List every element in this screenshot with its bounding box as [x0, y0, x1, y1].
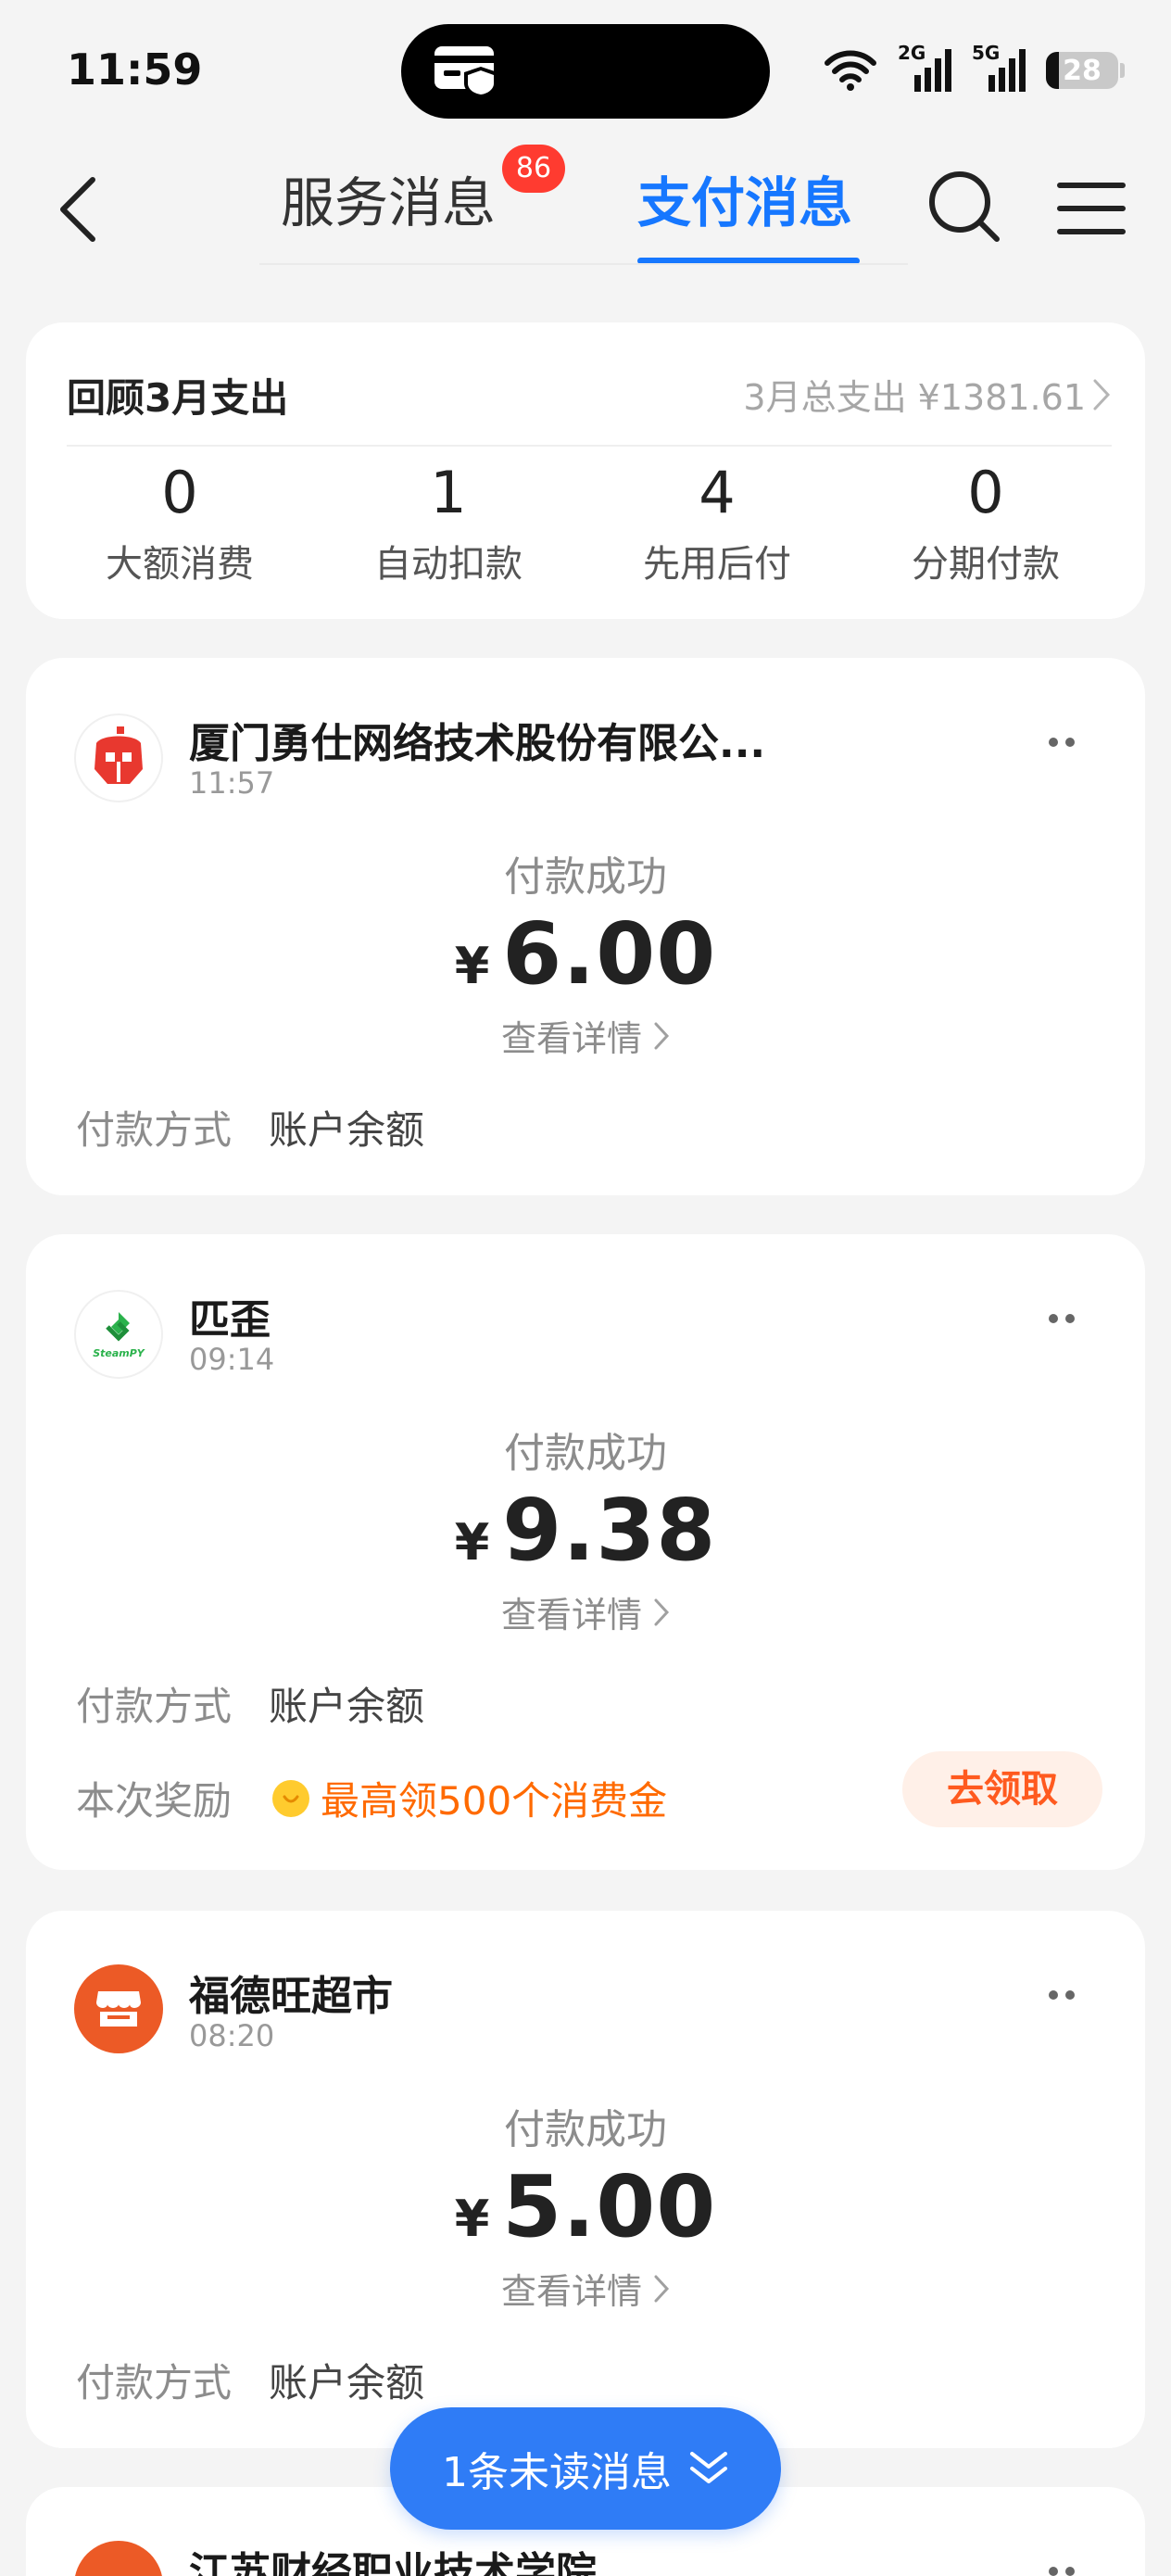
- unread-count-badge: 86: [502, 145, 565, 193]
- amount-value: 5.00: [502, 2157, 717, 2256]
- unread-messages-button[interactable]: 1条未读消息: [390, 2407, 781, 2530]
- steampy-logo-icon: [106, 1311, 130, 1342]
- payment-method-value: 账户余额: [269, 2360, 425, 2406]
- payment-method-value: 账户余额: [269, 1684, 425, 1729]
- more-options-icon[interactable]: [1043, 1981, 1080, 2009]
- stat-label: 先用后付: [643, 543, 791, 586]
- search-icon[interactable]: [925, 167, 1002, 245]
- header-nav: 服务消息 86 支付消息: [0, 139, 1171, 278]
- wifi-icon: [825, 50, 876, 91]
- back-arrow-icon[interactable]: [52, 172, 107, 246]
- view-details-text: 查看详情: [500, 1595, 642, 1635]
- currency-symbol: ¥: [454, 1513, 490, 1572]
- reward-offer: 最高领500个消费金: [272, 1770, 667, 1826]
- claim-reward-button[interactable]: 去领取: [902, 1751, 1102, 1827]
- store-icon: [96, 1991, 141, 2027]
- view-details-link[interactable]: 查看详情: [26, 2263, 1145, 2314]
- status-time: 11:59: [67, 44, 203, 95]
- stat-label: 自动扣款: [374, 543, 523, 586]
- message-time: 08:20: [189, 2018, 275, 2053]
- stats-row: 0 大额消费 1 自动扣款 4 先用后付 0 分期付款: [26, 456, 1145, 595]
- unread-messages-text: 1条未读消息: [442, 2449, 672, 2496]
- payment-message-card[interactable]: 福德旺超市 08:20 付款成功 ¥5.00 查看详情 付款方式 账户余额: [26, 1911, 1145, 2448]
- stat-value: 1: [430, 459, 467, 526]
- payment-method-label: 付款方式: [76, 1684, 233, 1729]
- review-divider: [67, 445, 1112, 447]
- header-divider: [259, 263, 908, 265]
- payment-amount: ¥6.00: [26, 904, 1145, 1004]
- battery-indicator: 28: [1046, 52, 1118, 89]
- amount-value: 6.00: [502, 904, 717, 1004]
- payment-status: 付款成功: [504, 853, 667, 901]
- payment-message-card[interactable]: SteamPY 匹歪 09:14 付款成功 ¥9.38 查看详情 付款方式 账户…: [26, 1234, 1145, 1870]
- status-icons: 2G 5G 28: [824, 42, 1125, 98]
- payment-method-label: 付款方式: [76, 1107, 233, 1153]
- battery-fill: [1046, 52, 1059, 89]
- stat-value: 0: [967, 459, 1004, 526]
- amount-value: 9.38: [502, 1481, 717, 1580]
- more-options-icon[interactable]: [1043, 1305, 1080, 1332]
- merchant-logo: [74, 1964, 163, 2053]
- view-details-text: 查看详情: [500, 2271, 642, 2312]
- payment-card-shield-icon: [434, 46, 497, 98]
- status-bar: 11:59 2G 5G 28: [0, 0, 1171, 139]
- message-time: 11:57: [189, 765, 275, 801]
- warrior-helmet-logo-icon: [94, 726, 143, 784]
- menu-icon[interactable]: [1056, 176, 1127, 241]
- signal-2g: 2G: [898, 42, 951, 94]
- tab-payment-messages[interactable]: 支付消息: [637, 161, 852, 245]
- stat-value: 0: [161, 459, 198, 526]
- merchant-logo: SteamPY: [74, 1290, 163, 1379]
- review-total-link[interactable]: 3月总支出 ¥1381.61: [743, 369, 1112, 420]
- stat-auto-deduct[interactable]: 1 自动扣款: [309, 456, 587, 587]
- merchant-name: 厦门勇仕网络技术股份有限公...: [189, 720, 766, 767]
- view-details-link[interactable]: 查看详情: [26, 1586, 1145, 1637]
- dynamic-island: [401, 24, 770, 119]
- currency-symbol: ¥: [454, 2190, 490, 2248]
- tab-service-messages[interactable]: 服务消息: [281, 161, 496, 245]
- currency-symbol: ¥: [454, 937, 490, 995]
- stat-large-spend[interactable]: 0 大额消费: [41, 456, 319, 587]
- monthly-review-card[interactable]: 回顾3月支出 3月总支出 ¥1381.61 0 大额消费 1 自动扣款 4 先用…: [26, 322, 1145, 619]
- payment-status: 付款成功: [504, 1430, 667, 1477]
- merchant-name: 福德旺超市: [189, 1973, 393, 2020]
- signal-bars-icon: [914, 49, 951, 92]
- reward-label: 本次奖励: [76, 1778, 233, 1824]
- reward-text: 最高领500个消费金: [321, 1778, 668, 1824]
- payment-method-label: 付款方式: [76, 2360, 233, 2406]
- stat-value: 4: [699, 459, 736, 526]
- payment-status: 付款成功: [504, 2106, 667, 2153]
- battery-tip: [1120, 63, 1125, 78]
- more-options-icon[interactable]: [1043, 728, 1080, 756]
- payment-method-value: 账户余额: [269, 1107, 425, 1153]
- signal-bars-icon: [988, 49, 1026, 92]
- review-total-text: 3月总支出 ¥1381.61: [743, 377, 1086, 418]
- signal-5g: 5G: [972, 42, 1026, 94]
- chevron-right-icon: [654, 2275, 670, 2303]
- chevron-right-icon: [1093, 379, 1111, 410]
- chevron-right-icon: [654, 1022, 670, 1050]
- payment-amount: ¥9.38: [26, 1481, 1145, 1580]
- merchant-logo: [74, 2541, 163, 2576]
- payment-message-card[interactable]: 厦门勇仕网络技术股份有限公... 11:57 付款成功 ¥6.00 查看详情 付…: [26, 658, 1145, 1195]
- logo-wordmark: SteamPY: [93, 1346, 145, 1359]
- merchant-name: 江苏财经职业技术学院: [189, 2549, 597, 2576]
- chevron-right-icon: [654, 1598, 670, 1626]
- coin-icon: [272, 1779, 309, 1817]
- merchant-logo: [74, 713, 163, 802]
- stat-pay-later[interactable]: 4 先用后付: [578, 456, 856, 587]
- stat-label: 分期付款: [912, 543, 1060, 586]
- stat-installment[interactable]: 0 分期付款: [847, 456, 1125, 587]
- review-title: 回顾3月支出: [67, 375, 289, 421]
- stat-label: 大额消费: [106, 543, 254, 586]
- merchant-name: 匹歪: [189, 1296, 271, 1344]
- view-details-text: 查看详情: [500, 1018, 642, 1059]
- message-time: 09:14: [189, 1342, 275, 1377]
- view-details-link[interactable]: 查看详情: [26, 1010, 1145, 1061]
- more-options-icon[interactable]: [1043, 2557, 1080, 2576]
- payment-amount: ¥5.00: [26, 2157, 1145, 2256]
- double-chevron-down-icon: [690, 2452, 727, 2483]
